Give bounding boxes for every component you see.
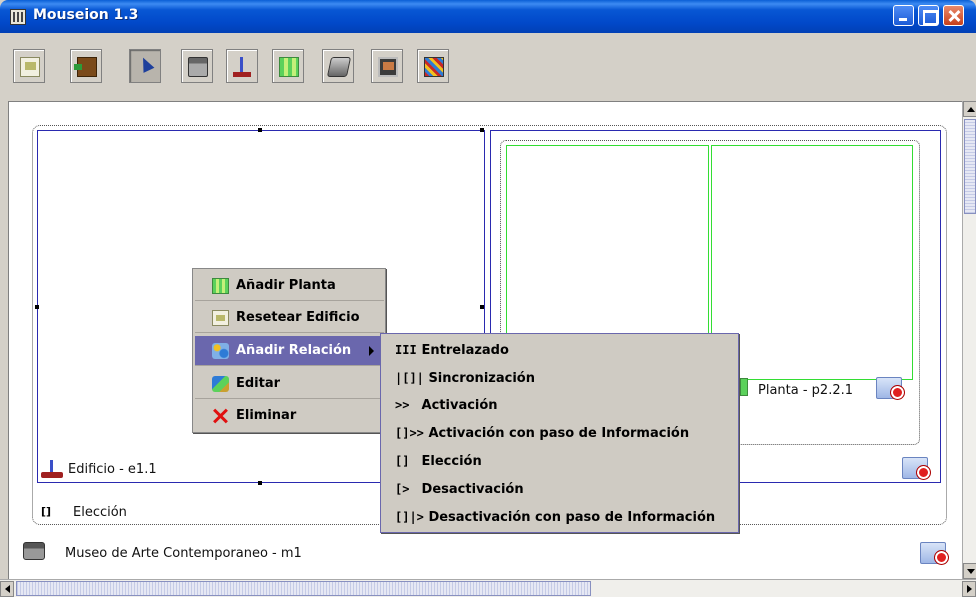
relation-submenu: III Entrelazado |[]| Sincronización >> A… <box>380 333 739 533</box>
building-icon <box>41 460 63 478</box>
submenu-item-activacion-paso-info[interactable]: []>> Activación con paso de Información <box>395 426 689 454</box>
page-edit-icon <box>20 57 40 77</box>
horizontal-scrollbar[interactable] <box>0 579 976 597</box>
submenu-item-activacion[interactable]: >> Activación <box>395 398 498 426</box>
submenu-item-entrelazado[interactable]: III Entrelazado <box>395 343 509 371</box>
menu-item-label: Editar <box>236 376 281 391</box>
floor-icon <box>740 378 748 396</box>
submenu-item-label: Activación con paso de Información <box>428 426 690 441</box>
add-artwork-button[interactable] <box>371 49 403 83</box>
museum-building-icon <box>188 57 208 77</box>
add-building-button[interactable] <box>226 49 258 83</box>
select-tool-button[interactable] <box>129 49 161 83</box>
scroll-left-arrow-icon[interactable] <box>0 581 14 597</box>
building-label: Edificio - e1.1 <box>68 462 157 477</box>
floor-label: Planta - p2.2.1 <box>758 383 854 398</box>
resize-handle[interactable] <box>480 305 484 309</box>
add-room-button[interactable] <box>322 49 354 83</box>
submenu-item-label: Desactivación con paso de Información <box>428 510 716 525</box>
minimize-button[interactable] <box>893 5 914 26</box>
vertical-scrollbar[interactable] <box>962 101 976 579</box>
add-floor-icon <box>212 278 229 294</box>
select-cursor-icon <box>136 57 156 77</box>
menu-item-label: Añadir Relación <box>236 343 352 358</box>
delete-building-icon[interactable] <box>902 455 932 480</box>
maximize-button[interactable] <box>918 5 939 26</box>
window-title: Mouseion 1.3 <box>33 7 139 23</box>
menu-item-delete[interactable]: Eliminar <box>195 401 384 431</box>
relation-symbol: [> <box>395 482 410 496</box>
relation-symbol: []>> <box>395 426 424 440</box>
scroll-down-arrow-icon[interactable] <box>963 563 976 579</box>
edit-page-button[interactable] <box>13 49 45 83</box>
resize-handle[interactable] <box>258 481 262 485</box>
add-relation-button[interactable] <box>417 49 449 83</box>
menu-item-reset-building[interactable]: Resetear Edificio <box>195 303 384 333</box>
exit-door-icon <box>74 57 97 77</box>
relation-icon <box>424 57 444 77</box>
horizontal-scroll-thumb[interactable] <box>16 581 591 596</box>
choice-symbol: [] <box>41 505 52 518</box>
menu-item-add-floor[interactable]: Añadir Planta <box>195 271 384 301</box>
submenu-item-label: Activación <box>421 398 498 413</box>
scroll-right-arrow-icon[interactable] <box>962 581 976 597</box>
resize-handle[interactable] <box>35 305 39 309</box>
artwork-icon <box>378 57 398 77</box>
reset-icon <box>212 310 229 326</box>
menu-item-label: Eliminar <box>236 408 297 423</box>
submenu-item-label: Elección <box>421 454 482 469</box>
submenu-item-desactivacion[interactable]: [> Desactivación <box>395 482 524 510</box>
relation-symbol: >> <box>395 398 410 412</box>
context-menu: Añadir Planta Resetear Edificio Añadir R… <box>192 268 386 433</box>
relation-symbol: [] <box>395 454 410 468</box>
delete-floor-icon[interactable] <box>876 375 906 400</box>
submenu-item-eleccion[interactable]: [] Elección <box>395 454 482 482</box>
close-button[interactable] <box>943 5 964 26</box>
relation-symbol: III <box>395 343 417 357</box>
resize-handle[interactable] <box>258 128 262 132</box>
relation-symbol: []|> <box>395 510 424 524</box>
add-relation-icon <box>212 343 229 359</box>
relation-symbol: |[]| <box>395 371 424 385</box>
submenu-item-label: Desactivación <box>421 482 524 497</box>
delete-x-icon <box>212 408 229 424</box>
menu-item-label: Añadir Planta <box>236 278 336 293</box>
add-museum-button[interactable] <box>181 49 213 83</box>
submenu-item-desactivacion-paso-info[interactable]: []|> Desactivación con paso de Informaci… <box>395 510 715 538</box>
submenu-arrow-icon <box>369 346 374 356</box>
submenu-item-sincronizacion[interactable]: |[]| Sincronización <box>395 371 535 399</box>
floor-plan-icon <box>279 57 299 77</box>
room-2[interactable] <box>711 145 913 380</box>
add-floor-button[interactable] <box>272 49 304 83</box>
submenu-item-label: Sincronización <box>428 371 535 386</box>
delete-museum-icon[interactable] <box>920 540 950 565</box>
toolbar <box>0 33 976 101</box>
scroll-up-arrow-icon[interactable] <box>963 101 976 117</box>
room-box-icon <box>326 57 352 77</box>
submenu-item-label: Entrelazado <box>421 343 509 358</box>
resize-handle[interactable] <box>480 128 484 132</box>
menu-item-add-relation[interactable]: Añadir Relación <box>195 336 384 366</box>
title-bar[interactable]: Mouseion 1.3 <box>0 0 976 33</box>
museum-icon <box>23 542 45 560</box>
menu-item-edit[interactable]: Editar <box>195 369 384 399</box>
edit-icon <box>212 376 229 392</box>
menu-item-label: Resetear Edificio <box>236 310 360 325</box>
museum-label: Museo de Arte Contemporaneo - m1 <box>65 546 302 561</box>
building-icon <box>233 57 253 77</box>
app-icon[interactable] <box>10 9 26 25</box>
vertical-scroll-thumb[interactable] <box>964 119 976 214</box>
choice-relation-label: Elección <box>73 505 127 520</box>
exit-button[interactable] <box>70 49 102 83</box>
